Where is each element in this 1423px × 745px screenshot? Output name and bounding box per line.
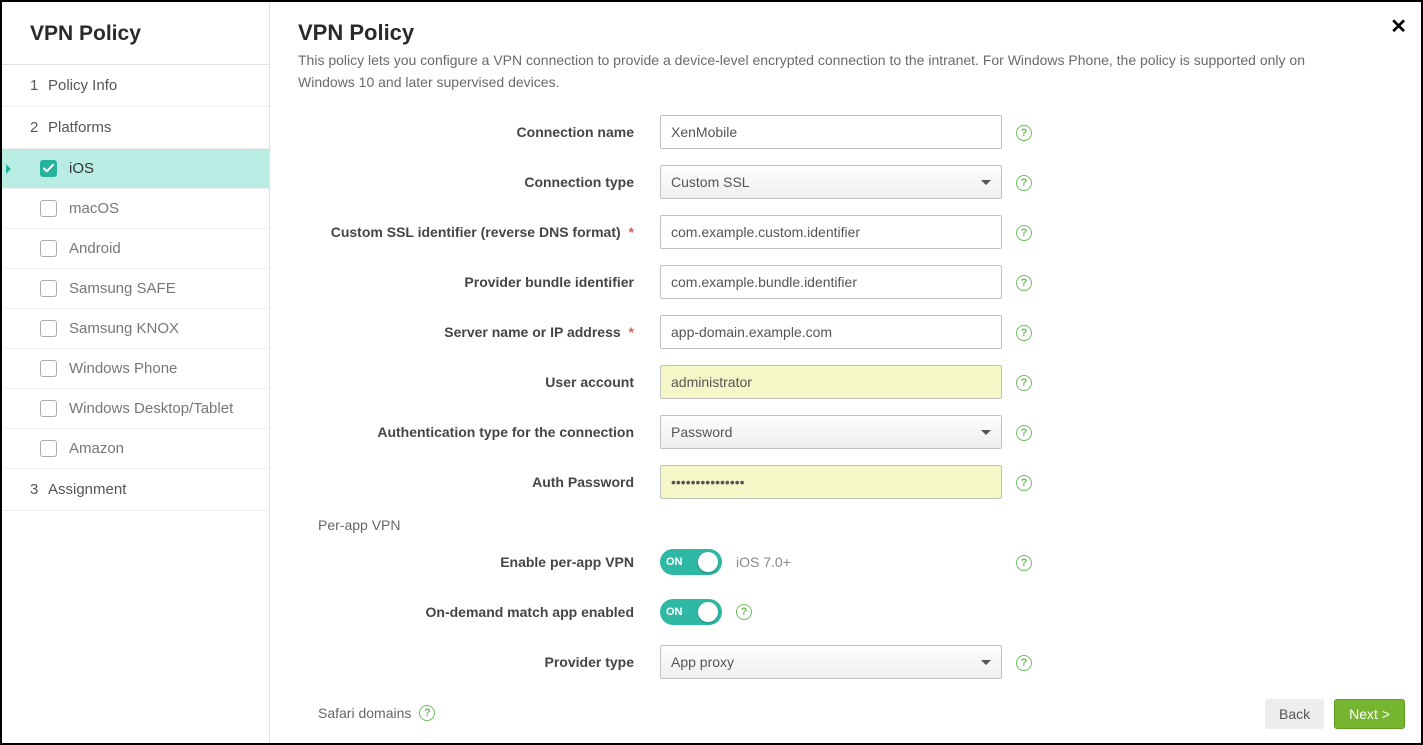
sidebar-item-macos[interactable]: macOS	[2, 189, 269, 229]
sidebar-item-amazon[interactable]: Amazon	[2, 429, 269, 469]
step-number: 1	[30, 77, 48, 94]
back-button[interactable]: Back	[1265, 699, 1324, 729]
page-description: This policy lets you configure a VPN con…	[298, 50, 1348, 93]
sidebar-item-samsung-knox[interactable]: Samsung KNOX	[2, 309, 269, 349]
sidebar-item-android[interactable]: Android	[2, 229, 269, 269]
label-connection-name: Connection name	[298, 124, 660, 140]
toggle-enable-per-app[interactable]: ON	[660, 549, 722, 575]
select-value: App proxy	[671, 654, 734, 670]
select-value: Password	[671, 424, 732, 440]
help-icon[interactable]: ?	[1016, 655, 1032, 671]
checkbox-icon[interactable]	[40, 440, 57, 457]
label-on-demand: On-demand match app enabled	[298, 604, 660, 620]
close-icon[interactable]: ✕	[1390, 14, 1407, 39]
sidebar-item-windows-desktop[interactable]: Windows Desktop/Tablet	[2, 389, 269, 429]
label-user-account: User account	[298, 374, 660, 390]
page-title: VPN Policy	[298, 20, 1393, 46]
step-number: 3	[30, 481, 48, 498]
label-provider-type: Provider type	[298, 654, 660, 670]
input-provider-bundle[interactable]	[660, 265, 1002, 299]
sidebar-item-label: iOS	[69, 160, 94, 177]
help-icon[interactable]: ?	[1016, 175, 1032, 191]
step-number: 2	[30, 119, 48, 136]
main-panel: ✕ VPN Policy This policy lets you config…	[270, 2, 1421, 743]
step-label: Assignment	[48, 481, 126, 498]
sidebar-item-label: Amazon	[69, 440, 124, 457]
help-icon[interactable]: ?	[736, 604, 752, 620]
step-policy-info[interactable]: 1 Policy Info	[2, 65, 269, 107]
help-icon[interactable]: ?	[1016, 325, 1032, 341]
help-icon[interactable]: ?	[1016, 475, 1032, 491]
input-auth-password[interactable]	[660, 465, 1002, 499]
input-custom-ssl-id[interactable]	[660, 215, 1002, 249]
help-icon[interactable]: ?	[1016, 425, 1032, 441]
label-connection-type: Connection type	[298, 174, 660, 190]
label-provider-bundle: Provider bundle identifier	[298, 274, 660, 290]
toggle-on-demand[interactable]: ON	[660, 599, 722, 625]
sidebar-item-label: macOS	[69, 200, 119, 217]
toggle-knob	[698, 602, 718, 622]
chevron-down-icon	[981, 660, 991, 665]
checkbox-icon[interactable]	[40, 200, 57, 217]
sidebar-item-label: Android	[69, 240, 121, 257]
toggle-note: iOS 7.0+	[736, 554, 791, 570]
toggle-knob	[698, 552, 718, 572]
label-auth-password: Auth Password	[298, 474, 660, 490]
wizard-footer: Back Next >	[1265, 699, 1405, 729]
input-connection-name[interactable]	[660, 115, 1002, 149]
sidebar-item-label: Windows Phone	[69, 360, 177, 377]
chevron-down-icon	[981, 430, 991, 435]
sidebar-item-samsung-safe[interactable]: Samsung SAFE	[2, 269, 269, 309]
chevron-down-icon	[981, 180, 991, 185]
step-label: Policy Info	[48, 77, 117, 94]
checkbox-icon[interactable]	[40, 320, 57, 337]
help-icon[interactable]: ?	[1016, 555, 1032, 571]
help-icon[interactable]: ?	[1016, 225, 1032, 241]
step-assignment[interactable]: 3 Assignment	[2, 469, 269, 511]
sidebar-item-ios[interactable]: iOS	[2, 149, 269, 189]
select-auth-type[interactable]: Password	[660, 415, 1002, 449]
section-safari-domains: Safari domains ?	[318, 705, 435, 721]
input-user-account[interactable]	[660, 365, 1002, 399]
checkbox-icon[interactable]	[40, 400, 57, 417]
section-per-app-vpn: Per-app VPN	[318, 517, 1393, 533]
step-label: Platforms	[48, 119, 111, 136]
required-asterisk: *	[629, 324, 634, 340]
input-server-name[interactable]	[660, 315, 1002, 349]
label-auth-type: Authentication type for the connection	[298, 424, 660, 440]
select-connection-type[interactable]: Custom SSL	[660, 165, 1002, 199]
sidebar-item-label: Samsung KNOX	[69, 320, 179, 337]
help-icon[interactable]: ?	[1016, 125, 1032, 141]
label-enable-per-app: Enable per-app VPN	[298, 554, 660, 570]
checkbox-icon[interactable]	[40, 360, 57, 377]
sidebar-item-label: Samsung SAFE	[69, 280, 176, 297]
help-icon[interactable]: ?	[1016, 375, 1032, 391]
help-icon[interactable]: ?	[1016, 275, 1032, 291]
label-server-name: Server name or IP address *	[298, 324, 660, 340]
sidebar-item-label: Windows Desktop/Tablet	[69, 400, 233, 417]
sidebar: VPN Policy 1 Policy Info 2 Platforms iOS…	[2, 2, 270, 743]
toggle-state: ON	[666, 556, 683, 568]
toggle-state: ON	[666, 606, 683, 618]
next-button[interactable]: Next >	[1334, 699, 1405, 729]
sidebar-item-windows-phone[interactable]: Windows Phone	[2, 349, 269, 389]
required-asterisk: *	[629, 224, 634, 240]
checkbox-icon[interactable]	[40, 160, 57, 177]
step-platforms[interactable]: 2 Platforms	[2, 107, 269, 149]
checkbox-icon[interactable]	[40, 240, 57, 257]
sidebar-title: VPN Policy	[2, 2, 269, 65]
select-provider-type[interactable]: App proxy	[660, 645, 1002, 679]
select-value: Custom SSL	[671, 174, 750, 190]
help-icon[interactable]: ?	[419, 705, 435, 721]
label-custom-ssl-id: Custom SSL identifier (reverse DNS forma…	[298, 224, 660, 240]
checkbox-icon[interactable]	[40, 280, 57, 297]
